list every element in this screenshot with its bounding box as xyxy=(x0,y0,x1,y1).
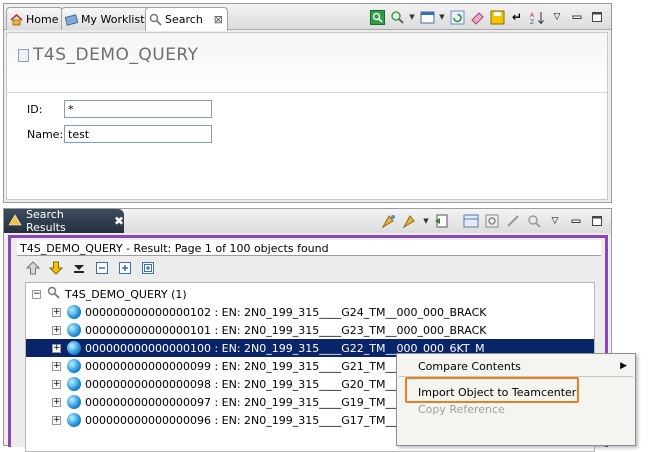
expand-icon[interactable]: + xyxy=(52,361,61,371)
name-field[interactable] xyxy=(64,125,212,143)
query-editor-panel: Home My Worklist Search ⊠ ▼ ▼ ↵ A Z ▽ T4… xyxy=(3,3,612,203)
tab-search-results[interactable]: Search Results ✖ xyxy=(4,208,124,234)
expand-all-icon[interactable] xyxy=(140,260,156,276)
tree-root[interactable]: − T4S_DEMO_QUERY (1) xyxy=(26,285,594,303)
row-label: 000000000000000097 : EN: 2N0_199_315____… xyxy=(85,395,430,409)
tab-label: Search xyxy=(165,13,203,26)
form-header: T4S_DEMO_QUERY xyxy=(7,33,607,93)
search-results-icon xyxy=(8,213,22,230)
expand-icon[interactable]: + xyxy=(52,307,61,317)
view-menu-icon[interactable]: ▽ xyxy=(547,213,563,229)
tree-root-label: T4S_DEMO_QUERY (1) xyxy=(65,287,187,301)
last-page-icon[interactable] xyxy=(71,260,87,276)
svg-text:Z: Z xyxy=(530,19,534,25)
expand-icon[interactable]: + xyxy=(52,415,61,425)
menu-item-compare-contents[interactable]: Compare Contents ▶ xyxy=(397,356,635,376)
tab-search[interactable]: Search ⊠ xyxy=(145,7,229,31)
refresh-icon[interactable] xyxy=(449,9,465,25)
edit-icon[interactable] xyxy=(505,213,521,229)
item-globe-icon xyxy=(67,359,81,373)
minimize-icon[interactable] xyxy=(568,213,584,229)
row-label: 000000000000000096 : EN: 2N0_199_315____… xyxy=(85,413,430,427)
page-title: T4S_DEMO_QUERY xyxy=(33,45,199,65)
tab-label: Search Results xyxy=(26,208,66,234)
enter-icon[interactable]: ↵ xyxy=(509,9,525,25)
id-field[interactable] xyxy=(64,100,212,118)
expand-icon[interactable]: + xyxy=(52,379,61,389)
item-globe-icon xyxy=(67,413,81,427)
submenu-arrow-icon: ▶ xyxy=(620,361,627,371)
tab-home[interactable]: Home xyxy=(6,7,64,30)
clear-icon[interactable] xyxy=(469,9,485,25)
result-nav-toolbar xyxy=(25,260,156,276)
expand-icon[interactable]: + xyxy=(52,397,61,407)
tab-label: My Worklist xyxy=(81,12,145,26)
editor-tabbar: Home My Worklist Search ⊠ ▼ ▼ ↵ A Z ▽ xyxy=(4,4,611,31)
svg-text:A: A xyxy=(530,12,535,19)
query-document-icon xyxy=(18,49,29,62)
worklist-icon xyxy=(65,13,78,26)
highlight-outline xyxy=(405,377,579,403)
id-label: ID: xyxy=(27,103,43,116)
run-options-icon[interactable] xyxy=(402,213,418,229)
results-tabbar: Search Results ✖ ▼ ▽ xyxy=(4,208,611,234)
row-label: 000000000000000099 : EN: 2N0_199_315____… xyxy=(85,359,430,373)
close-icon[interactable]: ✖ xyxy=(114,214,124,228)
search-icon xyxy=(149,13,162,26)
settings-icon[interactable] xyxy=(484,213,500,229)
item-globe-icon xyxy=(67,305,81,319)
menu-item-label: Compare Contents xyxy=(418,359,521,373)
query-form: T4S_DEMO_QUERY ID: Name: xyxy=(6,32,608,200)
table-row[interactable]: + 000000000000000102 : EN: 2N0_199_315__… xyxy=(26,303,594,321)
table-row[interactable]: + 000000000000000101 : EN: 2N0_199_315__… xyxy=(26,321,594,339)
row-label: 000000000000000102 : EN: 2N0_199_315____… xyxy=(85,305,487,319)
expand-icon[interactable]: + xyxy=(52,325,61,335)
editor-toolbar: ▼ ▼ ↵ AZ ▽ xyxy=(369,8,605,26)
collapse-all-icon[interactable] xyxy=(94,260,110,276)
table-view-icon[interactable] xyxy=(463,213,479,229)
tab-label: Home xyxy=(26,12,59,26)
view-menu-icon[interactable]: ▽ xyxy=(549,9,565,25)
view-select-icon[interactable] xyxy=(419,9,435,25)
close-icon[interactable]: ⊠ xyxy=(214,13,223,26)
item-globe-icon xyxy=(67,395,81,409)
next-page-icon[interactable] xyxy=(48,260,64,276)
collapse-icon[interactable]: − xyxy=(32,289,41,299)
item-globe-icon xyxy=(67,341,81,355)
home-icon xyxy=(10,13,23,26)
maximize-icon[interactable] xyxy=(589,213,605,229)
menu-item-label: Copy Reference xyxy=(418,402,505,416)
results-toolbar: ▼ ▽ xyxy=(381,212,605,230)
minimize-icon[interactable] xyxy=(569,9,585,25)
sort-icon[interactable]: AZ xyxy=(529,9,545,25)
run-icon[interactable] xyxy=(381,213,397,229)
expand-icon[interactable] xyxy=(117,260,133,276)
tab-my-worklist[interactable]: My Worklist xyxy=(61,7,150,30)
name-label: Name: xyxy=(27,128,64,141)
item-globe-icon xyxy=(67,377,81,391)
item-globe-icon xyxy=(67,323,81,337)
search-execute-icon[interactable] xyxy=(369,9,385,25)
search-options-icon[interactable] xyxy=(389,9,405,25)
query-search-icon xyxy=(47,286,60,302)
maximize-icon[interactable] xyxy=(589,9,605,25)
save-icon[interactable] xyxy=(489,9,505,25)
export-icon[interactable] xyxy=(434,213,450,229)
chevron-down-icon[interactable]: ▼ xyxy=(423,213,429,229)
find-icon[interactable] xyxy=(526,213,542,229)
result-summary: T4S_DEMO_QUERY - Result: Page 1 of 100 o… xyxy=(17,240,601,256)
row-label: 000000000000000101 : EN: 2N0_199_315____… xyxy=(85,323,487,337)
previous-page-icon[interactable] xyxy=(25,260,41,276)
chevron-down-icon[interactable]: ▼ xyxy=(409,9,415,25)
chevron-down-icon[interactable]: ▼ xyxy=(439,9,445,25)
row-label: 000000000000000098 : EN: 2N0_199_315____… xyxy=(85,377,430,391)
expand-icon[interactable]: + xyxy=(52,343,61,353)
